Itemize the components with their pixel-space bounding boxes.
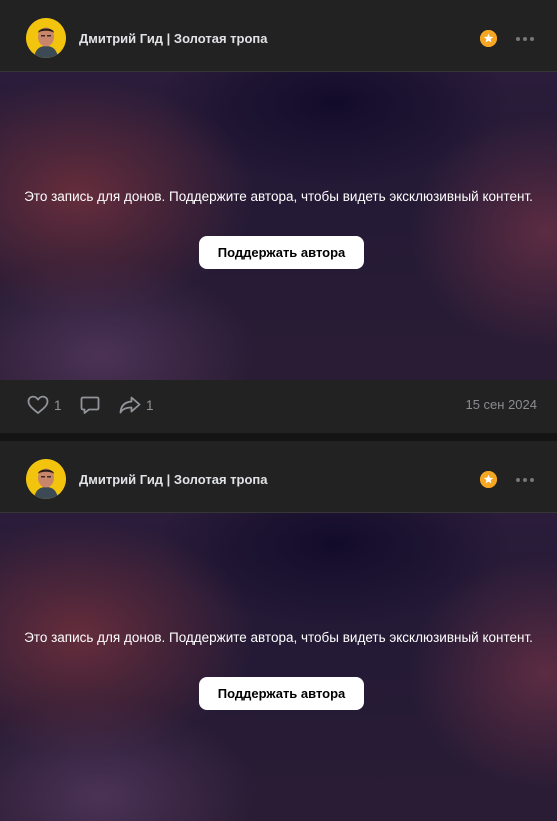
author-avatar[interactable]: [26, 459, 66, 499]
post-card: Дмитрий Гид | Золотая тропа Это запись д…: [0, 441, 557, 821]
heart-icon: [27, 395, 49, 414]
like-count: 1: [54, 397, 62, 413]
donut-paywall: Это запись для донов. Поддержите автора,…: [0, 513, 557, 821]
share-icon: [119, 396, 141, 414]
share-count: 1: [146, 397, 154, 413]
feed: Дмитрий Гид | Золотая тропа Это запись д…: [0, 0, 557, 821]
share-button[interactable]: 1: [119, 395, 154, 415]
comment-button[interactable]: [80, 395, 100, 415]
post-card: Дмитрий Гид | Золотая тропа Это запись д…: [0, 0, 557, 433]
comment-icon: [80, 396, 100, 414]
support-author-button[interactable]: Поддержать автора: [199, 677, 364, 710]
author-name[interactable]: Дмитрий Гид | Золотая тропа: [79, 472, 268, 487]
paywall-message: Это запись для донов. Поддержите автора,…: [24, 189, 533, 204]
post-date[interactable]: 15 сен 2024: [465, 397, 537, 412]
star-badge-icon: [480, 471, 497, 488]
post-footer: 1 1 15 сен 2024: [0, 380, 557, 433]
star-badge-icon: [480, 30, 497, 47]
like-button[interactable]: 1: [27, 395, 62, 415]
paywall-message: Это запись для донов. Поддержите автора,…: [24, 630, 533, 645]
post-header: Дмитрий Гид | Золотая тропа: [0, 0, 557, 72]
more-dots-icon[interactable]: [512, 31, 538, 47]
donut-paywall: Это запись для донов. Поддержите автора,…: [0, 72, 557, 380]
post-header: Дмитрий Гид | Золотая тропа: [0, 441, 557, 513]
support-author-button[interactable]: Поддержать автора: [199, 236, 364, 269]
more-dots-icon[interactable]: [512, 472, 538, 488]
author-avatar[interactable]: [26, 18, 66, 58]
author-name[interactable]: Дмитрий Гид | Золотая тропа: [79, 31, 268, 46]
